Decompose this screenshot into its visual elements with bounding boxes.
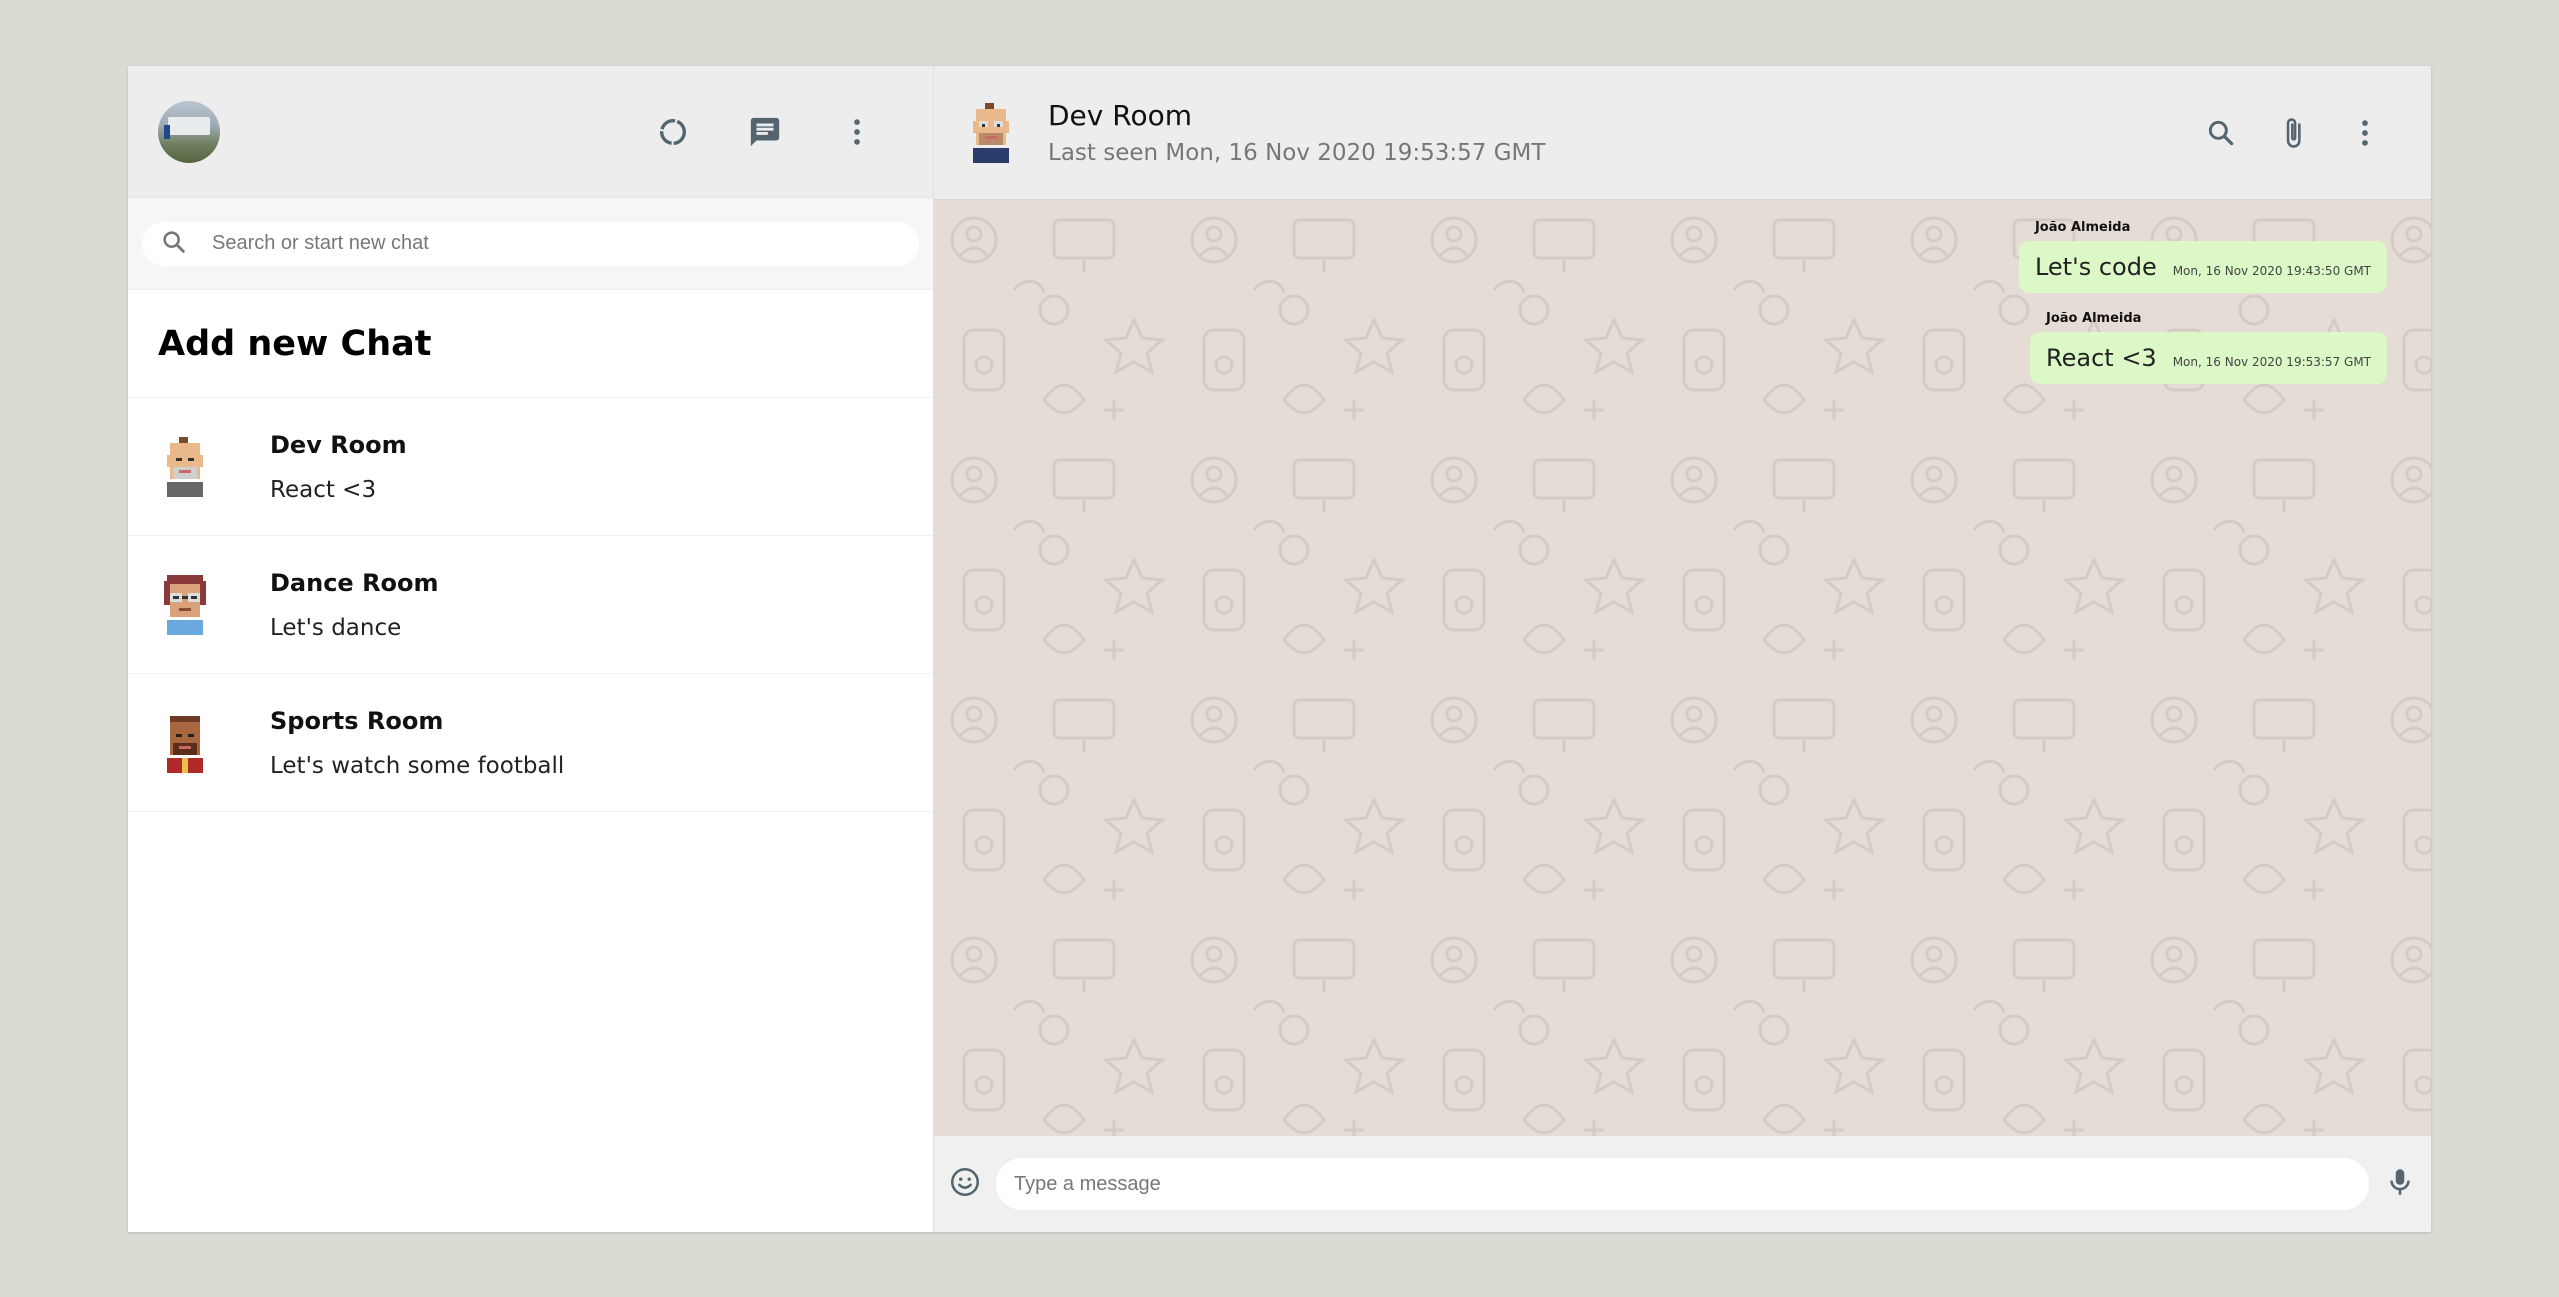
message-text: React <3 (2046, 344, 2157, 372)
chat-name: Sports Room (270, 706, 444, 735)
pixel-avatar-bald-beard (158, 436, 212, 498)
last-seen-text: Last seen Mon, 16 Nov 2020 19:53:57 GMT (1048, 140, 1546, 166)
chat-name: Dance Room (270, 568, 439, 597)
chat-last-message: React <3 (270, 476, 377, 503)
message-sender: João Almeida (2046, 311, 2142, 326)
menu-icon[interactable] (2329, 103, 2401, 163)
chat-list-item[interactable]: Dance Room Let's dance (128, 536, 933, 674)
menu-icon[interactable] (811, 102, 903, 162)
add-new-chat[interactable]: Add new Chat (128, 290, 933, 398)
chat-pane: Dev Room Last seen Mon, 16 Nov 2020 19:5… (934, 66, 2431, 1232)
pixel-avatar-glasses (158, 574, 212, 636)
chat-header-icons (2185, 103, 2401, 163)
chat-footer (934, 1136, 2431, 1232)
chat-header[interactable]: Dev Room Last seen Mon, 16 Nov 2020 19:5… (934, 66, 2431, 200)
chat-list-item[interactable]: Dev Room React <3 (128, 398, 933, 536)
chat-list-item[interactable]: Sports Room Let's watch some football (128, 674, 933, 812)
search-input[interactable] (210, 231, 901, 256)
search-bar (128, 198, 933, 290)
message-input-box[interactable] (996, 1158, 2369, 1210)
message-timestamp: Mon, 16 Nov 2020 19:53:57 GMT (2172, 355, 2371, 369)
new-chat-icon[interactable] (719, 102, 811, 162)
message-timestamp: Mon, 16 Nov 2020 19:43:50 GMT (2172, 264, 2371, 278)
emoji-icon[interactable] (948, 1165, 982, 1203)
attach-icon[interactable] (2257, 103, 2329, 163)
chat-header-avatar[interactable] (964, 102, 1018, 164)
message-input[interactable] (1012, 1171, 2353, 1197)
message-sender: João Almeida (2034, 220, 2131, 235)
message-text: Let's code (2034, 253, 2157, 281)
user-avatar[interactable] (158, 100, 220, 163)
message-list: João Almeida Let's code Mon, 16 Nov 2020… (2018, 220, 2387, 402)
app-window: Add new Chat Dev Room React <3 (128, 66, 2431, 1232)
chat-last-message: Let's dance (270, 614, 402, 641)
status-icon[interactable] (627, 102, 719, 162)
message-bubble: Let's code Mon, 16 Nov 2020 19:43:50 GMT (2018, 241, 2387, 293)
search-icon[interactable] (2185, 103, 2257, 163)
microphone-icon[interactable] (2383, 1165, 2417, 1203)
search-box[interactable] (142, 221, 919, 266)
pixel-avatar-dark (158, 712, 212, 774)
message[interactable]: João Almeida React <3 Mon, 16 Nov 2020 1… (2030, 311, 2387, 384)
message-bubble: React <3 Mon, 16 Nov 2020 19:53:57 GMT (2030, 332, 2387, 384)
chat-title: Dev Room (1048, 99, 1192, 132)
chat-last-message: Let's watch some football (270, 752, 565, 779)
chat-name: Dev Room (270, 430, 407, 459)
add-new-chat-label: Add new Chat (158, 323, 432, 364)
chat-body[interactable]: João Almeida Let's code Mon, 16 Nov 2020… (934, 200, 2431, 1136)
sidebar: Add new Chat Dev Room React <3 (128, 66, 934, 1232)
sidebar-header (128, 66, 933, 198)
sidebar-header-icons (627, 102, 903, 162)
message[interactable]: João Almeida Let's code Mon, 16 Nov 2020… (2018, 220, 2387, 293)
search-icon (160, 228, 188, 260)
